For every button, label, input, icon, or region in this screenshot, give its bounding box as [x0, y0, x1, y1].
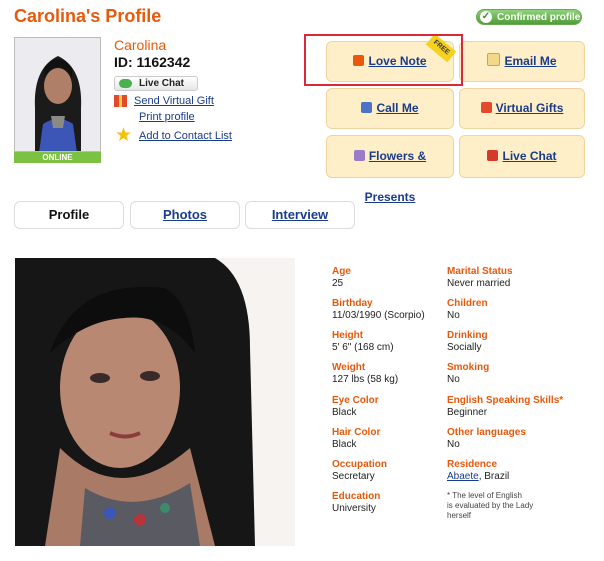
profile-thumbnail-image — [15, 38, 100, 151]
age-label: Age — [332, 266, 351, 277]
drinking-label: Drinking — [447, 330, 488, 341]
height-label: Height — [332, 330, 364, 341]
profile-main-photo[interactable] — [15, 258, 295, 546]
weight-label: Weight — [332, 362, 366, 373]
education-label: Education — [332, 491, 381, 502]
email-me-label: Email Me — [504, 54, 557, 68]
virtual-gifts-label: Virtual Gifts — [495, 101, 564, 115]
education-value: University — [332, 503, 376, 514]
live-chat-button[interactable]: Live Chat — [114, 76, 198, 91]
flowers-icon — [353, 150, 365, 161]
tab-profile[interactable]: Profile — [14, 201, 124, 229]
chat-icon — [487, 150, 499, 161]
checkmark-icon: ✓ — [480, 11, 492, 23]
occupation-value: Secretary — [332, 471, 375, 482]
love-note-highlight — [304, 34, 463, 86]
english-footnote-line3: herself — [447, 511, 472, 520]
residence-city-link[interactable]: Abaete — [447, 471, 479, 482]
residence-value: Abaete, Brazil — [447, 471, 509, 482]
print-profile-link[interactable]: Print profile — [139, 111, 195, 123]
residence-country: , Brazil — [478, 471, 510, 482]
gift-box-icon — [480, 102, 492, 113]
eye-color-value: Black — [332, 407, 357, 418]
birthday-value: 11/03/1990 (Scorpio) — [332, 310, 425, 321]
drinking-value: Socially — [447, 342, 482, 353]
add-to-contact-list-link[interactable]: Add to Contact List — [139, 130, 232, 142]
envelope-icon — [487, 53, 501, 66]
phone-icon — [361, 102, 373, 113]
hair-color-label: Hair Color — [332, 427, 381, 438]
gift-icon — [114, 95, 127, 107]
marital-status-value: Never married — [447, 278, 511, 289]
confirmed-profile-badge: ✓ Confirmed profile — [476, 9, 582, 25]
profile-id: ID: 1162342 — [114, 54, 191, 70]
live-chat-tile-label: Live Chat — [502, 149, 557, 163]
marital-status-label: Marital Status — [447, 266, 513, 277]
age-value: 25 — [332, 278, 344, 289]
height-value: 5' 6" (168 cm) — [332, 342, 394, 353]
live-chat-tile-button[interactable]: Live Chat — [459, 135, 585, 178]
live-chat-label: Live Chat — [139, 78, 185, 89]
english-skills-value: Beginner — [447, 407, 488, 418]
main-photo-image — [15, 258, 295, 546]
flowers-presents-button[interactable]: Flowers & Presents — [326, 135, 454, 204]
star-icon: ★ — [115, 125, 133, 146]
children-value: No — [447, 310, 460, 321]
email-me-button[interactable]: Email Me — [459, 41, 585, 82]
smoking-label: Smoking — [447, 362, 490, 373]
english-footnote-line2: is evaluated by the Lady — [447, 501, 534, 510]
send-virtual-gift-link[interactable]: Send Virtual Gift — [134, 95, 214, 107]
other-languages-label: Other languages — [447, 427, 526, 438]
eye-color-label: Eye Color — [332, 395, 379, 406]
tab-interview[interactable]: Interview — [245, 201, 355, 229]
virtual-gifts-button[interactable]: Virtual Gifts — [459, 88, 585, 129]
english-skills-label: English Speaking Skills* — [447, 395, 564, 406]
english-footnote-line1: * The level of English — [447, 491, 523, 500]
profile-thumbnail[interactable] — [14, 37, 101, 152]
other-languages-value: No — [447, 439, 460, 450]
residence-label: Residence — [447, 459, 498, 470]
tab-photos[interactable]: Photos — [130, 201, 240, 229]
hair-color-value: Black — [332, 439, 357, 450]
profile-name: Carolina — [114, 37, 167, 53]
chat-bubble-icon — [119, 79, 132, 88]
call-me-label: Call Me — [376, 101, 419, 115]
online-status-badge: ONLINE — [14, 152, 101, 163]
birthday-label: Birthday — [332, 298, 373, 309]
children-label: Children — [447, 298, 488, 309]
confirmed-badge-label: Confirmed profile — [497, 12, 581, 23]
smoking-value: No — [447, 374, 460, 385]
weight-value: 127 lbs (58 kg) — [332, 374, 399, 385]
flowers-presents-label: Flowers & Presents — [364, 149, 427, 204]
call-me-button[interactable]: Call Me — [326, 88, 454, 129]
page-title: Carolina's Profile — [14, 6, 162, 26]
occupation-label: Occupation — [332, 459, 388, 470]
